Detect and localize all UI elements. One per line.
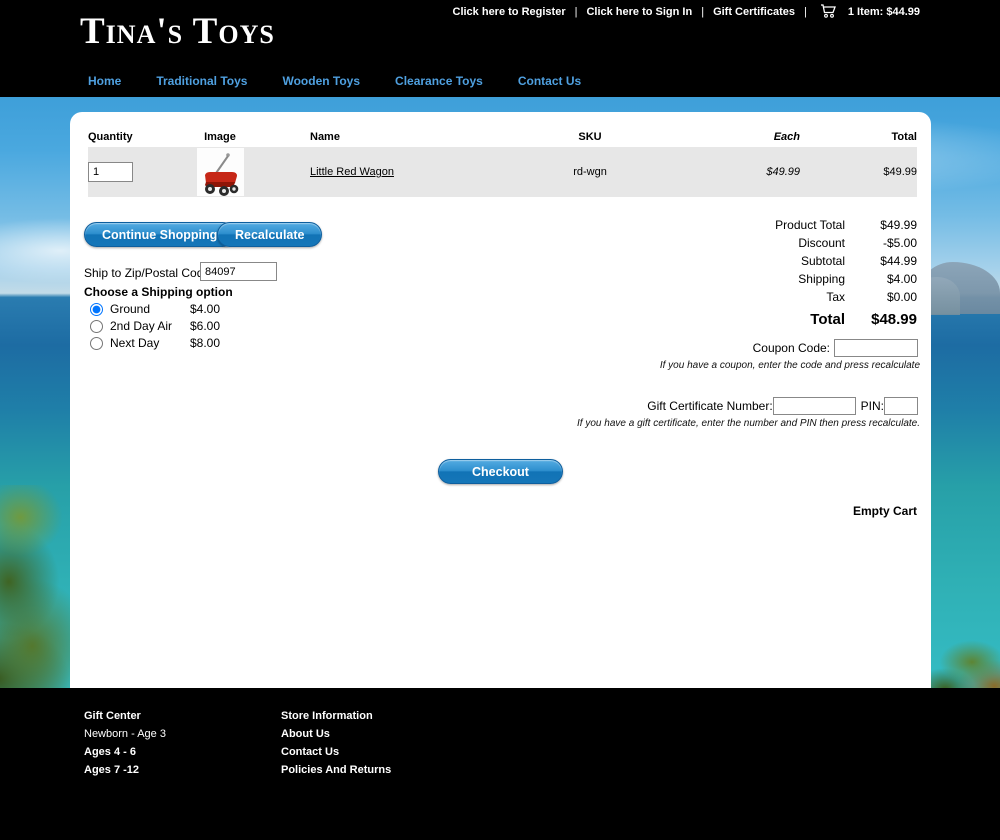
- footer-link-policies-and-returns[interactable]: Policies And Returns: [281, 764, 391, 776]
- footer-column-gift-center: Gift Center Newborn - Age 3 Ages 4 - 6 A…: [84, 710, 166, 776]
- shipping-option-price: $6.00: [190, 319, 220, 333]
- shipping-option-next-day: Next Day $8.00: [90, 336, 159, 350]
- separator: |: [575, 6, 578, 18]
- shipping-option-2nd-day-air: 2nd Day Air $6.00: [90, 319, 172, 333]
- gift-certificate-note: If you have a gift certificate, enter th…: [577, 418, 920, 429]
- coupon-note: If you have a coupon, enter the code and…: [660, 360, 920, 371]
- store-logo[interactable]: Tina's Toys: [80, 10, 275, 53]
- nav-item-contact-us[interactable]: Contact Us: [518, 74, 581, 88]
- nav-item-traditional-toys[interactable]: Traditional Toys: [156, 74, 247, 88]
- footer-link-about-us[interactable]: About Us: [281, 728, 391, 740]
- shipping-radio-1[interactable]: [90, 320, 103, 333]
- main-navigation: Home Traditional Toys Wooden Toys Cleara…: [88, 74, 581, 88]
- footer-heading: Store Information: [281, 710, 391, 722]
- cart-table-header: Quantity Image Name SKU Each Total: [88, 126, 917, 147]
- nav-item-wooden-toys[interactable]: Wooden Toys: [282, 74, 360, 88]
- recalculate-button[interactable]: Recalculate: [217, 222, 322, 247]
- header-total: Total: [800, 131, 917, 143]
- checkout-button[interactable]: Checkout: [438, 459, 563, 484]
- header-image: Image: [180, 131, 260, 143]
- zip-input[interactable]: [200, 262, 277, 281]
- footer-heading: Gift Center: [84, 710, 166, 722]
- gift-certificates-link[interactable]: Gift Certificates: [713, 6, 795, 18]
- separator: |: [804, 6, 807, 18]
- cart-panel: Quantity Image Name SKU Each Total: [70, 112, 931, 688]
- continue-shopping-button[interactable]: Continue Shopping: [84, 222, 235, 247]
- coupon-label: Coupon Code:: [753, 341, 830, 355]
- footer-link-contact-us[interactable]: Contact Us: [281, 746, 391, 758]
- totals-value: -$5.00: [845, 236, 917, 250]
- topbar: Click here to Register | Click here to S…: [453, 4, 921, 19]
- nav-item-clearance-toys[interactable]: Clearance Toys: [395, 74, 483, 88]
- header-name: Name: [260, 131, 500, 143]
- shipping-option-ground: Ground $4.00: [90, 302, 150, 316]
- totals-row-discount: Discount -$5.00: [715, 234, 917, 252]
- totals-label: Tax: [715, 290, 845, 304]
- order-totals: Product Total $49.99 Discount -$5.00 Sub…: [715, 216, 917, 330]
- totals-value: $0.00: [845, 290, 917, 304]
- gift-certificate-input[interactable]: [773, 397, 856, 415]
- signin-link[interactable]: Click here to Sign In: [586, 6, 692, 18]
- shipping-option-price: $4.00: [190, 302, 220, 316]
- footer-link-ages-4-6[interactable]: Ages 4 - 6: [84, 746, 166, 758]
- shipping-radio-2[interactable]: [90, 337, 103, 350]
- totals-label: Shipping: [715, 272, 845, 286]
- totals-row-tax: Tax $0.00: [715, 288, 917, 306]
- site-header: Click here to Register | Click here to S…: [0, 0, 1000, 97]
- gift-certificate-row: Gift Certificate Number: PIN:: [647, 397, 918, 415]
- item-sku: rd-wgn: [500, 166, 680, 178]
- footer-link-newborn-age-3[interactable]: Newborn - Age 3: [84, 728, 166, 740]
- shipping-option-label: Next Day: [110, 336, 159, 350]
- grand-total-label: Total: [715, 311, 845, 328]
- gift-certificate-label: Gift Certificate Number:: [647, 399, 772, 413]
- totals-row-grand-total: Total $48.99: [715, 308, 917, 330]
- register-link[interactable]: Click here to Register: [453, 6, 566, 18]
- totals-value: $49.99: [845, 218, 917, 232]
- site-footer: Gift Center Newborn - Age 3 Ages 4 - 6 A…: [0, 688, 1000, 840]
- totals-row-subtotal: Subtotal $44.99: [715, 252, 917, 270]
- shipping-option-label: Ground: [110, 302, 150, 316]
- footer-link-ages-7-12[interactable]: Ages 7 -12: [84, 764, 166, 776]
- product-image-red-wagon[interactable]: [197, 148, 244, 196]
- shipping-options-heading: Choose a Shipping option: [84, 285, 233, 299]
- shipping-option-price: $8.00: [190, 336, 220, 350]
- cart-table: Quantity Image Name SKU Each Total: [70, 126, 931, 197]
- item-each-price: $49.99: [680, 166, 800, 178]
- header-quantity: Quantity: [88, 131, 180, 143]
- header-each: Each: [680, 131, 800, 143]
- footer-column-store-information: Store Information About Us Contact Us Po…: [281, 710, 391, 776]
- totals-row-product-total: Product Total $49.99: [715, 216, 917, 234]
- grand-total-value: $48.99: [845, 311, 917, 328]
- totals-label: Discount: [715, 236, 845, 250]
- totals-label: Product Total: [715, 218, 845, 232]
- header-sku: SKU: [500, 131, 680, 143]
- product-name-link[interactable]: Little Red Wagon: [310, 166, 394, 178]
- shipping-option-label: 2nd Day Air: [110, 319, 172, 333]
- pin-label: PIN:: [861, 399, 884, 413]
- cart-summary[interactable]: 1 Item: $44.99: [848, 6, 920, 18]
- totals-label: Subtotal: [715, 254, 845, 268]
- cart-item-row: Little Red Wagon rd-wgn $49.99 $49.99: [88, 147, 917, 197]
- totals-value: $44.99: [845, 254, 917, 268]
- item-total-price: $49.99: [800, 166, 917, 178]
- separator: |: [701, 6, 704, 18]
- coupon-input[interactable]: [834, 339, 918, 357]
- shipping-radio-0[interactable]: [90, 303, 103, 316]
- totals-row-shipping: Shipping $4.00: [715, 270, 917, 288]
- cart-icon[interactable]: [820, 4, 837, 21]
- zip-label: Ship to Zip/Postal Code: [84, 266, 210, 280]
- coupon-row: Coupon Code:: [753, 339, 918, 357]
- empty-cart-link[interactable]: Empty Cart: [853, 504, 917, 518]
- totals-value: $4.00: [845, 272, 917, 286]
- quantity-input[interactable]: [88, 162, 133, 182]
- pin-input[interactable]: [884, 397, 918, 415]
- nav-item-home[interactable]: Home: [88, 74, 121, 88]
